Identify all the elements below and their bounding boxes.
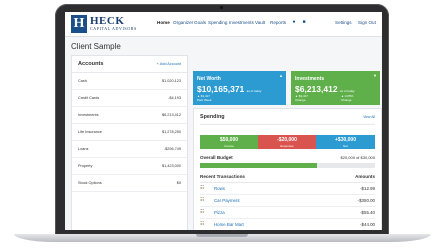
- nav-sign-out[interactable]: Sign Out: [358, 20, 376, 25]
- net-value: +$30,000: [335, 137, 356, 143]
- transaction-name[interactable]: Car Payment: [214, 198, 240, 203]
- webcam-icon: [220, 6, 223, 9]
- expenses-summary[interactable]: -$20,000 Expenses: [258, 135, 316, 149]
- transaction-name[interactable]: Rows: [214, 186, 225, 191]
- account-value: $1,423,000: [161, 164, 181, 168]
- account-row[interactable]: Stock Options $0: [72, 175, 187, 192]
- investments-change-percent: ▲ 0.05% Change: [341, 94, 354, 102]
- nav-investments[interactable]: Investments: [229, 20, 254, 25]
- brand-logo-icon[interactable]: H: [71, 15, 87, 33]
- investments-change: ▲ $3,417 Change: [295, 94, 308, 102]
- view-all-link[interactable]: View All: [363, 115, 375, 119]
- net-summary[interactable]: +$30,000 Net: [316, 135, 375, 149]
- investments-as-of: as of today: [339, 89, 355, 93]
- transaction-name[interactable]: Home Bar Mart: [214, 222, 244, 227]
- net-worth-as-of: as of today: [246, 89, 262, 93]
- transaction-row[interactable]: ☷ Car Payment -$350.00: [200, 195, 375, 207]
- net-label: Net: [343, 144, 348, 148]
- chevron-down-icon[interactable]: ▼: [373, 73, 377, 78]
- net-worth-title: Net Worth: [197, 76, 221, 82]
- top-navigation-bar: H HECK CAPITAL ADVISORS Home Organizer G…: [65, 12, 382, 37]
- bell-icon[interactable]: ●: [291, 19, 297, 25]
- nav-home[interactable]: Home: [157, 20, 170, 25]
- app-screen: H HECK CAPITAL ADVISORS Home Organizer G…: [65, 12, 382, 230]
- overall-budget-value: $20,000 of $30,000: [340, 155, 375, 160]
- transaction-row[interactable]: ☷ Rows -$12.99: [200, 183, 375, 195]
- transaction-amount: -$350.00: [357, 198, 375, 203]
- recent-transactions-header: Recent Transactions Amounts: [200, 173, 375, 183]
- receipt-icon: ☷: [200, 209, 205, 215]
- account-row[interactable]: Life Insurance $1,278,250: [72, 124, 187, 141]
- laptop-notch: [196, 234, 248, 237]
- account-row[interactable]: Property $1,423,000: [72, 158, 187, 175]
- investments-value: $6,213,412 as of today: [295, 84, 355, 94]
- nav-settings[interactable]: Settings: [335, 20, 352, 25]
- chevron-up-icon[interactable]: ▲: [279, 73, 283, 78]
- transaction-row[interactable]: ☷ Pizza -$55.40: [200, 207, 375, 219]
- account-value: -$296,749: [163, 147, 181, 151]
- net-worth-change: ▲ $1,417 Past Week: [197, 94, 212, 102]
- amounts-column-header: Amounts: [355, 174, 375, 179]
- message-icon[interactable]: ■: [301, 19, 307, 25]
- expenses-value: -$20,000: [277, 137, 297, 143]
- account-name: Cash: [78, 79, 87, 83]
- transaction-row[interactable]: ☷ Home Bar Mart -$44.00: [200, 219, 375, 230]
- account-name: Credit Cards: [78, 96, 100, 100]
- investments-tile[interactable]: ▼ Investments $6,213,412 as of today ▲ $…: [291, 71, 380, 105]
- brand-subtitle: CAPITAL ADVISORS: [90, 26, 137, 31]
- transaction-name[interactable]: Pizza: [214, 210, 225, 215]
- transaction-amount: -$44.00: [360, 222, 375, 227]
- expenses-label: Expenses: [280, 144, 294, 148]
- account-value: $0: [176, 181, 181, 185]
- laptop-frame: H HECK CAPITAL ADVISORS Home Organizer G…: [0, 0, 445, 249]
- account-row[interactable]: Cash $1,020,123: [72, 73, 187, 90]
- income-value: $50,000: [219, 137, 239, 143]
- income-summary[interactable]: $50,000 Income: [200, 135, 258, 149]
- account-row[interactable]: Loans -$296,749: [72, 141, 187, 158]
- page-title: Client Sample: [71, 42, 121, 51]
- nav-organizer[interactable]: Organizer: [173, 20, 193, 25]
- nav-vault[interactable]: Vault: [255, 20, 265, 25]
- add-account-link[interactable]: + Add Account: [157, 62, 181, 66]
- account-value: $6,213,412: [161, 113, 181, 117]
- receipt-icon: ☷: [200, 197, 205, 203]
- account-value: -$4,193: [168, 96, 181, 100]
- account-row[interactable]: Credit Cards -$4,193: [72, 90, 187, 107]
- receipt-icon: ☷: [200, 221, 205, 227]
- nav-spending[interactable]: Spending: [208, 20, 227, 25]
- account-name: Property: [78, 164, 93, 168]
- spending-panel: Spending View All $50,000 Income -$20,00…: [193, 108, 382, 230]
- nav-reports[interactable]: Reports: [270, 20, 286, 25]
- recent-transactions-title: Recent Transactions: [200, 174, 245, 179]
- divider: [200, 124, 375, 125]
- overall-budget-label: Overall Budget: [200, 155, 233, 160]
- accounts-panel: Accounts + Add Account Cash $1,020,123 C…: [71, 55, 188, 230]
- account-value: $1,278,250: [161, 130, 181, 134]
- account-name: Loans: [78, 147, 89, 151]
- net-worth-tile[interactable]: ▲ Net Worth $10,165,371 as of today ▲ $1…: [193, 71, 286, 105]
- account-name: Investments: [78, 113, 99, 117]
- investments-title: Investments: [295, 76, 325, 82]
- account-row[interactable]: Investments $6,213,412: [72, 107, 187, 124]
- accounts-header: Accounts + Add Account: [72, 56, 187, 73]
- account-name: Life Insurance: [78, 130, 102, 134]
- budget-progress-fill: [200, 163, 318, 168]
- receipt-icon: ☷: [200, 185, 205, 191]
- spending-title: Spending: [200, 114, 225, 120]
- transaction-amount: -$55.40: [360, 210, 375, 215]
- net-worth-value: $10,165,371 as of today: [197, 84, 262, 94]
- transaction-amount: -$12.99: [360, 186, 375, 191]
- income-label: Income: [224, 144, 234, 148]
- nav-goals[interactable]: Goals: [194, 20, 206, 25]
- accounts-title: Accounts: [78, 61, 104, 67]
- account-name: Stock Options: [78, 181, 102, 185]
- account-value: $1,020,123: [161, 79, 181, 83]
